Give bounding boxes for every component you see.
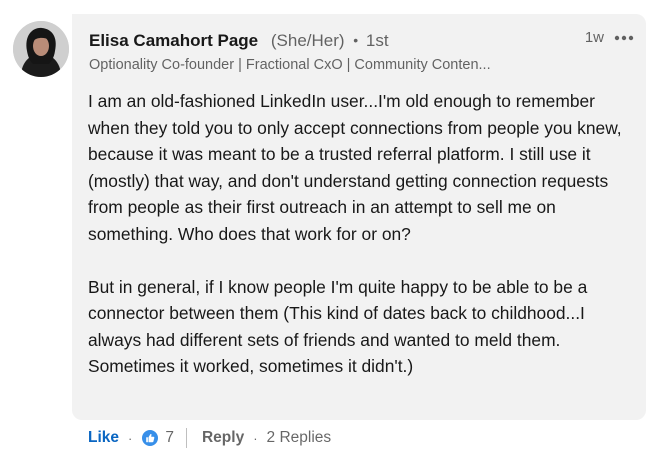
author-pronouns: (She/Her): [270, 31, 345, 50]
comment-timestamp: 1w: [584, 29, 604, 46]
action-separator: ·: [128, 430, 133, 446]
action-separator: ·: [253, 430, 258, 446]
connection-degree: 1st: [365, 31, 389, 50]
comment-paragraph: I am an old-fashioned LinkedIn user...I'…: [88, 91, 622, 244]
view-replies-link[interactable]: 2 Replies: [267, 429, 332, 447]
like-button[interactable]: Like: [88, 429, 119, 447]
avatar-image: [13, 21, 69, 77]
comment-body: I am an old-fashioned LinkedIn user...I'…: [88, 88, 636, 380]
comment-actions: Like · 7 Reply · 2 Replies: [88, 427, 331, 449]
author-name[interactable]: Elisa Camahort Page: [89, 31, 258, 50]
comment-header: Elisa Camahort Page (She/Her) • 1st: [89, 30, 389, 52]
thumbs-up-icon[interactable]: [141, 429, 160, 447]
more-options-button[interactable]: [612, 28, 636, 48]
degree-separator: •: [353, 32, 359, 48]
reaction-count[interactable]: 7: [165, 429, 174, 447]
author-headline: Optionality Co-founder | Fractional CxO …: [89, 57, 491, 73]
ellipsis-icon: [614, 35, 634, 41]
author-avatar[interactable]: [13, 21, 69, 77]
comment-bubble: Elisa Camahort Page (She/Her) • 1st Opti…: [72, 14, 646, 420]
comment-paragraph: But in general, if I know people I'm qui…: [88, 276, 588, 377]
reply-button[interactable]: Reply: [202, 429, 244, 447]
action-divider: [185, 428, 187, 448]
